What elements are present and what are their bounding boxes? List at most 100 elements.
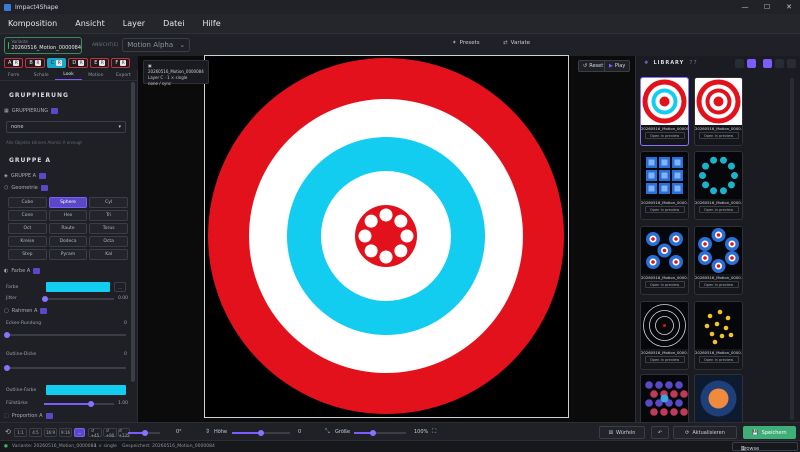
outline-dicke-slider[interactable]	[4, 365, 126, 371]
library-card[interactable]: 20260516_Motion_0000... Open in preview	[694, 151, 743, 220]
tab-schale[interactable]: Schale	[27, 70, 54, 80]
library-card[interactable]: 20260516_Motion_0000... Open in preview	[640, 226, 689, 295]
layer-slot-d[interactable]: DR	[68, 57, 89, 68]
menu-layer[interactable]: Layer	[123, 19, 145, 28]
library-card[interactable]: 20260516_Motion_0000... Open in preview	[640, 151, 689, 220]
hoehe-knob[interactable]	[258, 430, 264, 436]
ecken-slider[interactable]	[4, 332, 126, 338]
geometry-hex-button[interactable]: Hex	[48, 210, 88, 221]
menu-komposition[interactable]: Komposition	[8, 19, 57, 28]
library-card[interactable]: 20260516_Motion_0000... Open in preview	[640, 301, 689, 370]
close-button[interactable]: ✕	[778, 3, 800, 11]
geometry-octa-button[interactable]: Octa	[89, 236, 128, 247]
tab-motion[interactable]: Motion	[82, 70, 109, 80]
ratio-button[interactable]: ↺ +45	[88, 428, 102, 438]
canvas-frame[interactable]	[204, 55, 569, 418]
ansicht-dropdown[interactable]: Motion Alpha ⌄	[122, 38, 191, 52]
library-scrollbar[interactable]	[790, 78, 794, 420]
layer-slot-key[interactable]: R	[78, 59, 85, 66]
farbe-more-button[interactable]: ...	[114, 282, 126, 292]
geometry-kal-button[interactable]: Kal	[89, 249, 128, 260]
geometry-step-button[interactable]: Step	[8, 249, 47, 260]
ratio-button[interactable]: 16:9	[44, 428, 57, 437]
fuellstaerke-knob[interactable]	[88, 401, 94, 407]
farbe-color-swatch[interactable]	[46, 282, 110, 292]
presets-button[interactable]: ✦ Presets	[452, 40, 480, 46]
list-view-icon[interactable]	[747, 59, 756, 68]
ratio-button[interactable]: ...	[74, 428, 85, 437]
geometry-torus-button[interactable]: Torus	[89, 223, 128, 234]
open-in-preview-button[interactable]: Open in preview	[698, 206, 739, 213]
tab-look[interactable]: Look	[54, 70, 83, 80]
open-in-preview-button[interactable]: Open in preview	[698, 132, 739, 139]
menu-ansicht[interactable]: Ansicht	[75, 19, 105, 28]
size-s-icon[interactable]	[763, 59, 772, 68]
speichern-button[interactable]: 💾 Speichern	[743, 426, 796, 439]
geometry-pyram-button[interactable]: Pyram	[48, 249, 88, 260]
open-in-preview-button[interactable]: Open in preview	[698, 356, 739, 363]
open-in-preview-button[interactable]: Open in preview	[644, 132, 685, 139]
size-l-icon[interactable]	[787, 59, 796, 68]
fuellstaerke-slider[interactable]	[44, 401, 114, 407]
geometry-raute-button[interactable]: Raute	[48, 223, 88, 234]
library-card[interactable]: 20260516_Motion_0000084 Open in preview	[640, 77, 689, 146]
layer-slot-f[interactable]: FR	[111, 57, 131, 68]
layer-slot-e[interactable]: ER	[90, 57, 110, 68]
library-card[interactable]: 20260516_Motion_0000... Open in preview	[694, 226, 743, 295]
tab-form[interactable]: Form	[0, 70, 27, 80]
ratio-button[interactable]: 9:16	[59, 428, 72, 437]
library-card[interactable]: 20260516_Motion_0000... Open in preview	[694, 77, 743, 146]
outline-dicke-knob[interactable]	[4, 365, 10, 371]
ratio-button[interactable]: ↺ +90	[103, 428, 117, 438]
menu-datei[interactable]: Datei	[163, 19, 184, 28]
maximize-button[interactable]: ☐	[756, 3, 778, 11]
geometry-kreise-button[interactable]: Kreise	[8, 236, 47, 247]
ecken-knob[interactable]	[4, 332, 10, 338]
wuerfeln-button[interactable]: ⚄ Würfeln	[599, 426, 645, 439]
jitter-knob[interactable]	[42, 296, 48, 302]
grid-view-icon[interactable]	[735, 59, 744, 68]
open-in-preview-button[interactable]: Open in preview	[644, 206, 685, 213]
zoom-knob[interactable]	[142, 430, 148, 436]
geometry-tri-button[interactable]: Tri	[89, 210, 128, 221]
open-in-preview-button[interactable]: Open in preview	[698, 281, 739, 288]
geometry-oct-button[interactable]: Oct	[8, 223, 47, 234]
jitter-slider[interactable]	[42, 296, 114, 302]
layer-slot-key[interactable]: R	[13, 59, 20, 66]
ratio-button[interactable]: 1:1	[14, 428, 27, 437]
outline-farbe-swatch[interactable]	[46, 385, 126, 395]
variate-button[interactable]: ⇄ Variate	[503, 40, 530, 46]
layer-slot-b[interactable]: BR	[25, 57, 45, 68]
ratio-button[interactable]: 4:5	[29, 428, 42, 437]
play-button[interactable]: ▶ Play	[604, 60, 631, 72]
gruppierung-dropdown[interactable]: none ▾	[6, 121, 126, 133]
menu-hilfe[interactable]: Hilfe	[202, 19, 220, 28]
left-scrollbar[interactable]	[131, 82, 135, 382]
geometry-cyl-button[interactable]: Cyl	[89, 197, 128, 208]
layer-slot-key[interactable]: R	[34, 59, 41, 66]
layer-slot-key[interactable]: R	[56, 59, 63, 66]
geometry-dodeca-button[interactable]: Dodeca	[48, 236, 88, 247]
open-in-preview-button[interactable]: Open in preview	[644, 281, 685, 288]
layer-info-panel: ▣ 20260516_Motion_0000084 Layer C · 1 × …	[143, 60, 209, 86]
browse-button[interactable]: ▤ Browse	[732, 442, 798, 452]
open-in-preview-button[interactable]: Open in preview	[644, 356, 685, 363]
zoom-slider[interactable]	[128, 430, 160, 436]
variant-selector[interactable]: Variante 20260516_Motion_0000084	[4, 36, 82, 54]
geometry-cone-button[interactable]: Cone	[8, 210, 47, 221]
size-m-icon[interactable]	[775, 59, 784, 68]
groesse-slider[interactable]	[354, 430, 406, 436]
layer-slot-key[interactable]: R	[99, 59, 106, 66]
layer-slot-a[interactable]: AR	[4, 57, 24, 68]
tab-export[interactable]: Export	[110, 70, 137, 80]
groesse-knob[interactable]	[370, 430, 376, 436]
layer-slot-c[interactable]: CR	[46, 57, 67, 68]
layer-slot-key[interactable]: R	[120, 59, 127, 66]
geometry-cube-button[interactable]: Cube	[8, 197, 47, 208]
geometry-sphere-button[interactable]: Sphere	[48, 197, 88, 208]
library-card[interactable]: 20260516_Motion_0000... Open in preview	[694, 301, 743, 370]
undo-button[interactable]: ↶	[651, 426, 669, 439]
aktualisieren-button[interactable]: ⟳ Aktualisieren	[673, 426, 737, 439]
minimize-button[interactable]: —	[734, 3, 756, 11]
hoehe-slider[interactable]	[232, 430, 290, 436]
